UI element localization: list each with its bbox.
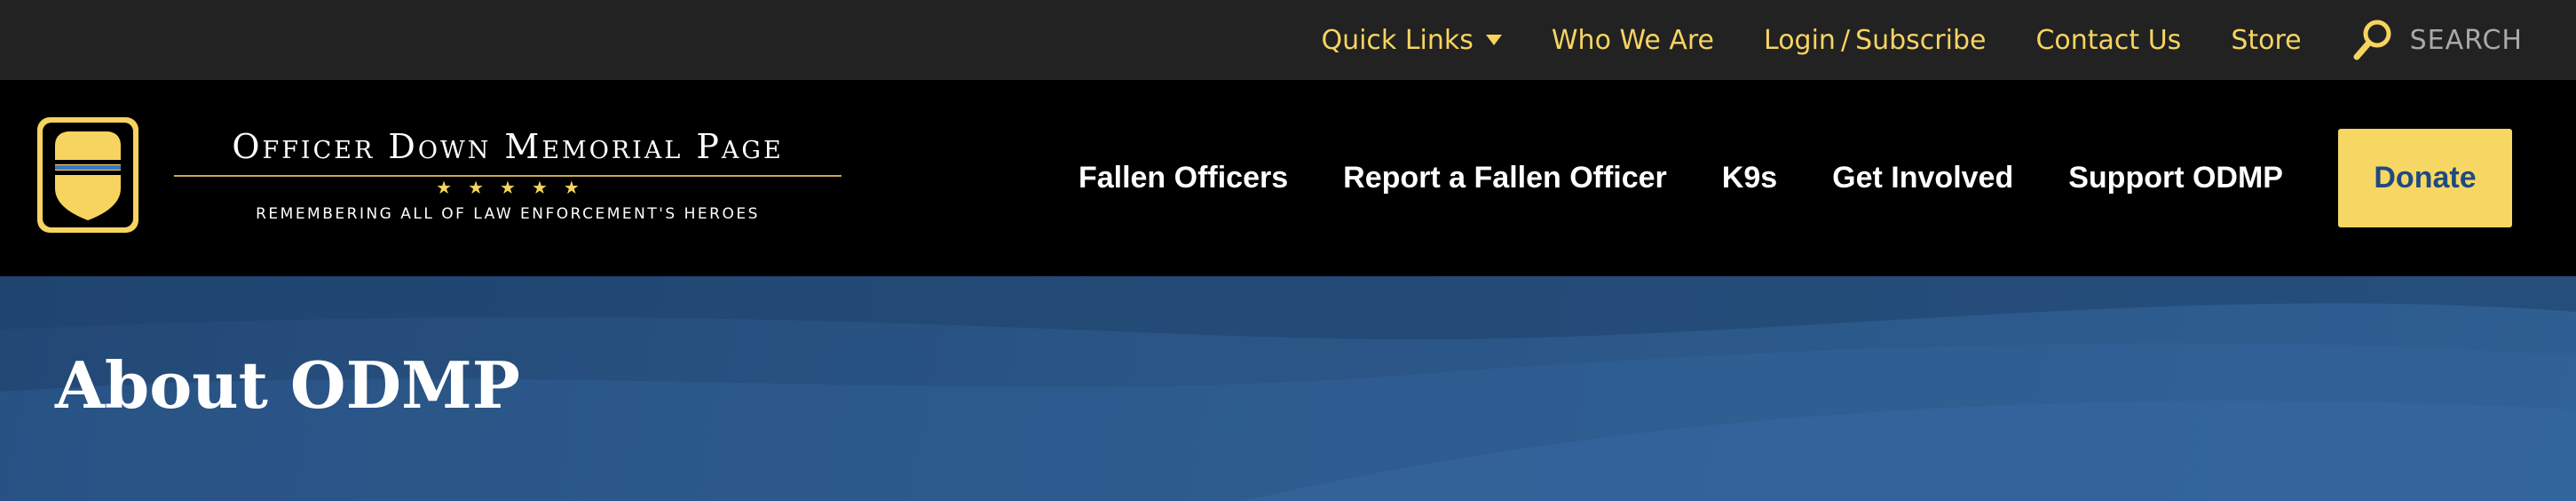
nav-fallen-officers[interactable]: Fallen Officers (1079, 161, 1288, 195)
logo-divider (174, 175, 842, 177)
who-we-are-link[interactable]: Who We Are (1552, 25, 1714, 56)
login-subscribe-group: Login / Subscribe (1764, 25, 1986, 56)
utility-bar: Quick Links Who We Are Login / Subscribe… (0, 0, 2576, 80)
nav-get-involved[interactable]: Get Involved (1832, 161, 2013, 195)
star-icon: ★ (500, 179, 516, 198)
main-header: Officer Down Memorial Page ★ ★ ★ ★ ★ REM… (0, 80, 2576, 276)
badge-logo-icon (37, 117, 138, 233)
search-button[interactable]: SEARCH (2351, 18, 2523, 62)
nav-support-odmp[interactable]: Support ODMP (2068, 161, 2283, 195)
main-nav: Fallen Officers Report a Fallen Officer … (1079, 129, 2512, 227)
hero-banner: About ODMP (0, 276, 2576, 501)
login-link[interactable]: Login (1764, 25, 1836, 56)
store-link[interactable]: Store (2231, 25, 2301, 56)
search-label: SEARCH (2409, 24, 2523, 56)
logo-title: Officer Down Memorial Page (232, 127, 784, 166)
page-title: About ODMP (55, 347, 520, 423)
contact-us-link[interactable]: Contact Us (2035, 25, 2181, 56)
logo-tagline: REMEMBERING ALL OF LAW ENFORCEMENT'S HER… (256, 205, 760, 223)
star-icon: ★ (468, 179, 485, 198)
site-logo[interactable]: Officer Down Memorial Page ★ ★ ★ ★ ★ REM… (36, 115, 842, 235)
quick-links-dropdown[interactable]: Quick Links (1321, 24, 1502, 56)
nav-k9s[interactable]: K9s (1722, 161, 1777, 195)
utility-nav: Quick Links Who We Are Login / Subscribe… (1321, 0, 2523, 80)
logo-wordmark: Officer Down Memorial Page ★ ★ ★ ★ ★ REM… (174, 127, 842, 223)
donate-button[interactable]: Donate (2338, 129, 2512, 227)
star-icon: ★ (531, 179, 548, 198)
chevron-down-icon (1485, 35, 1502, 45)
star-icon: ★ (563, 179, 580, 198)
logo-stars: ★ ★ ★ ★ ★ (174, 179, 842, 198)
nav-report-fallen-officer[interactable]: Report a Fallen Officer (1343, 161, 1667, 195)
search-icon (2353, 20, 2391, 60)
subscribe-link[interactable]: Subscribe (1855, 25, 1986, 56)
star-icon: ★ (436, 179, 453, 198)
quick-links-label: Quick Links (1321, 24, 1474, 56)
login-separator: / (1840, 24, 1851, 56)
